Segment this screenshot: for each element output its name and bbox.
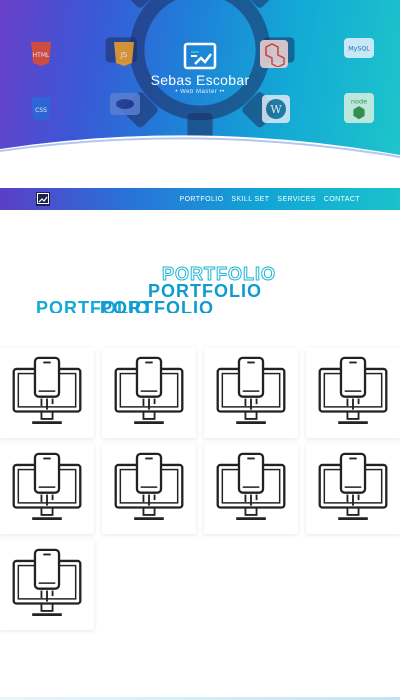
responsive-devices-icon — [318, 452, 388, 520]
top-navbar: PORTFOLIO SKILL SET SERVICES CONTACT — [0, 188, 400, 210]
portfolio-item[interactable] — [204, 348, 298, 438]
html5-icon: HTML — [27, 40, 55, 68]
responsive-devices-icon — [114, 356, 184, 424]
portfolio-heading-third-wrap: PORTFOLIO — [100, 298, 260, 313]
responsive-devices-icon — [114, 452, 184, 520]
javascript-icon: JS — [110, 40, 138, 68]
svg-text:W: W — [270, 103, 282, 116]
portfolio-item[interactable] — [0, 348, 94, 438]
svg-text:HTML: HTML — [33, 52, 50, 59]
css3-icon: CSS — [27, 95, 55, 123]
hero-wave — [0, 135, 400, 175]
svg-text:JS: JS — [120, 51, 128, 59]
portfolio-heading-third: PORTFOLIO — [100, 298, 214, 313]
svg-text:MySQL: MySQL — [348, 46, 370, 53]
nav-logo-icon[interactable] — [35, 191, 51, 207]
brand-logo-icon — [183, 42, 217, 70]
svg-text:node: node — [351, 97, 367, 105]
page: HTML JS MySQL CSS W node Sebas Escobar •… — [0, 0, 400, 700]
portfolio-item[interactable] — [102, 348, 196, 438]
portfolio-item[interactable] — [0, 444, 94, 534]
responsive-devices-icon — [216, 356, 286, 424]
portfolio-item[interactable] — [306, 348, 400, 438]
svg-text:CSS: CSS — [35, 107, 47, 114]
responsive-devices-icon — [12, 356, 82, 424]
responsive-devices-icon — [318, 356, 388, 424]
laravel-icon — [260, 40, 288, 68]
mysql-icon: MySQL — [344, 38, 374, 58]
nav-links: PORTFOLIO SKILL SET SERVICES CONTACT — [180, 188, 361, 210]
nav-link-portfolio[interactable]: PORTFOLIO — [180, 196, 224, 203]
responsive-devices-icon — [12, 452, 82, 520]
responsive-devices-icon — [216, 452, 286, 520]
php-icon — [110, 93, 140, 115]
nav-link-services[interactable]: SERVICES — [277, 196, 315, 203]
nav-link-skill-set[interactable]: SKILL SET — [231, 196, 269, 203]
wordpress-icon: W — [262, 95, 290, 123]
portfolio-item[interactable] — [204, 444, 298, 534]
brand-tagline: • Web Master •• — [175, 89, 225, 95]
brand-name: Sebas Escobar — [150, 72, 250, 88]
portfolio-item[interactable] — [102, 444, 196, 534]
responsive-devices-icon — [12, 548, 82, 616]
brand: Sebas Escobar • Web Master •• — [140, 42, 260, 95]
portfolio-item[interactable] — [0, 540, 94, 630]
portfolio-item[interactable] — [306, 444, 400, 534]
hero-banner: HTML JS MySQL CSS W node Sebas Escobar •… — [0, 0, 400, 175]
nodejs-icon: node — [344, 93, 374, 123]
nav-link-contact[interactable]: CONTACT — [324, 196, 360, 203]
